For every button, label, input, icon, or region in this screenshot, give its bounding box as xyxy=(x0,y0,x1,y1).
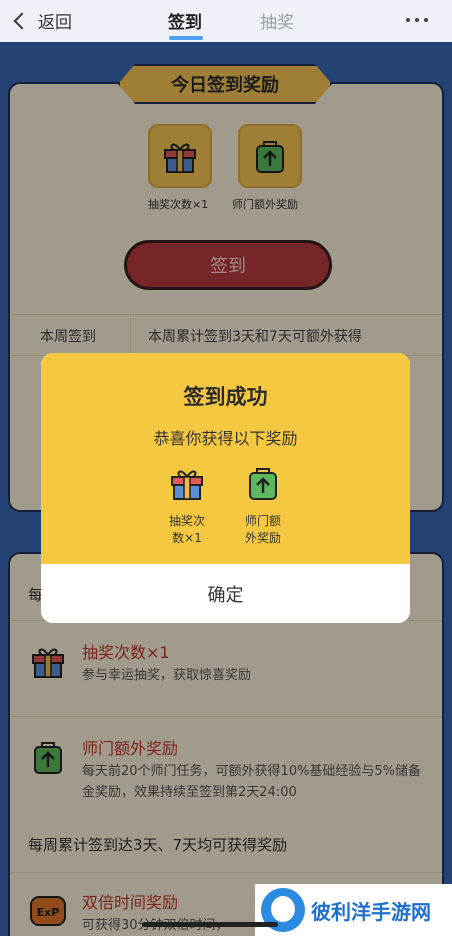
back-label: 返回 xyxy=(38,13,72,33)
watermark-text: 彼利洋手游网 xyxy=(311,900,431,924)
label-line: 师门额 xyxy=(244,514,281,528)
confirm-button[interactable]: 确定 xyxy=(41,564,410,623)
back-button[interactable]: 返回 xyxy=(13,8,72,33)
tab-sign-in[interactable]: 签到 xyxy=(168,8,202,33)
dialog-reward-label-mentor: 师门额 外奖励 xyxy=(233,513,293,547)
upgrade-bag-icon xyxy=(243,463,283,503)
dialog-title: 签到成功 xyxy=(183,385,268,409)
dialog-body: 签到成功 恭喜你获得以下奖励 抽奖次 数×1 师门额 外奖励 xyxy=(41,353,410,564)
more-options-icon[interactable] xyxy=(406,18,428,22)
gift-icon xyxy=(167,463,207,503)
active-tab-indicator xyxy=(169,36,203,40)
home-indicator xyxy=(142,922,278,927)
tab-lottery[interactable]: 抽奖 xyxy=(260,8,294,33)
label-line: 数×1 xyxy=(172,531,202,545)
top-nav: 返回 签到 抽奖 xyxy=(0,0,452,42)
label-line: 抽奖次 xyxy=(168,514,205,528)
label-line: 外奖励 xyxy=(244,531,281,545)
dialog-subtitle: 恭喜你获得以下奖励 xyxy=(153,429,298,448)
chevron-left-icon xyxy=(13,12,31,30)
watermark: 彼利洋手游网 xyxy=(255,884,452,936)
dialog-reward-label-lottery: 抽奖次 数×1 xyxy=(157,513,217,547)
sign-success-dialog: 签到成功 恭喜你获得以下奖励 抽奖次 数×1 师门额 外奖励 确定 xyxy=(41,353,410,623)
